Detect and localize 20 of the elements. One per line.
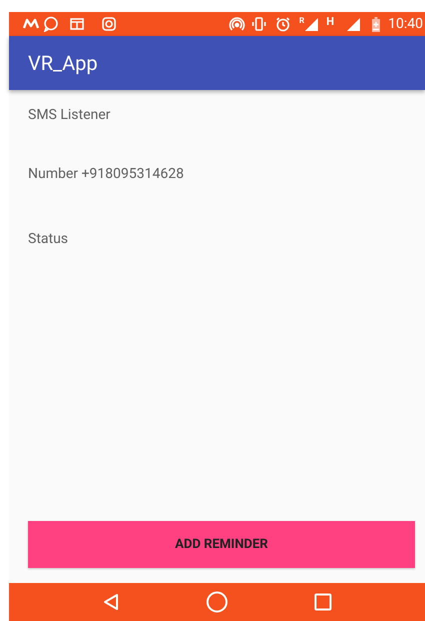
battery-icon xyxy=(372,16,380,32)
back-icon[interactable] xyxy=(102,593,120,611)
signal-icon xyxy=(346,17,360,31)
chat-bubble-icon xyxy=(43,16,59,32)
recents-icon[interactable] xyxy=(314,593,332,611)
app-title: VR_App xyxy=(28,50,98,77)
label-text: Number +918095314628 xyxy=(28,165,185,183)
label-text: Status xyxy=(28,230,70,248)
roaming-indicator: R xyxy=(299,17,304,25)
camera-icon xyxy=(101,16,117,32)
home-icon[interactable] xyxy=(206,591,228,613)
vibrate-icon xyxy=(251,16,268,32)
add-reminder-button[interactable]: ADD REMINDER xyxy=(28,521,415,568)
alarm-icon xyxy=(275,16,292,32)
hotspot-icon xyxy=(229,16,246,32)
signal-icon xyxy=(304,17,318,31)
clock-time: 10:40 xyxy=(388,17,423,31)
network-type: H xyxy=(326,16,334,27)
calendar-icon xyxy=(69,16,85,32)
label-text: SMS Listener xyxy=(28,106,112,124)
